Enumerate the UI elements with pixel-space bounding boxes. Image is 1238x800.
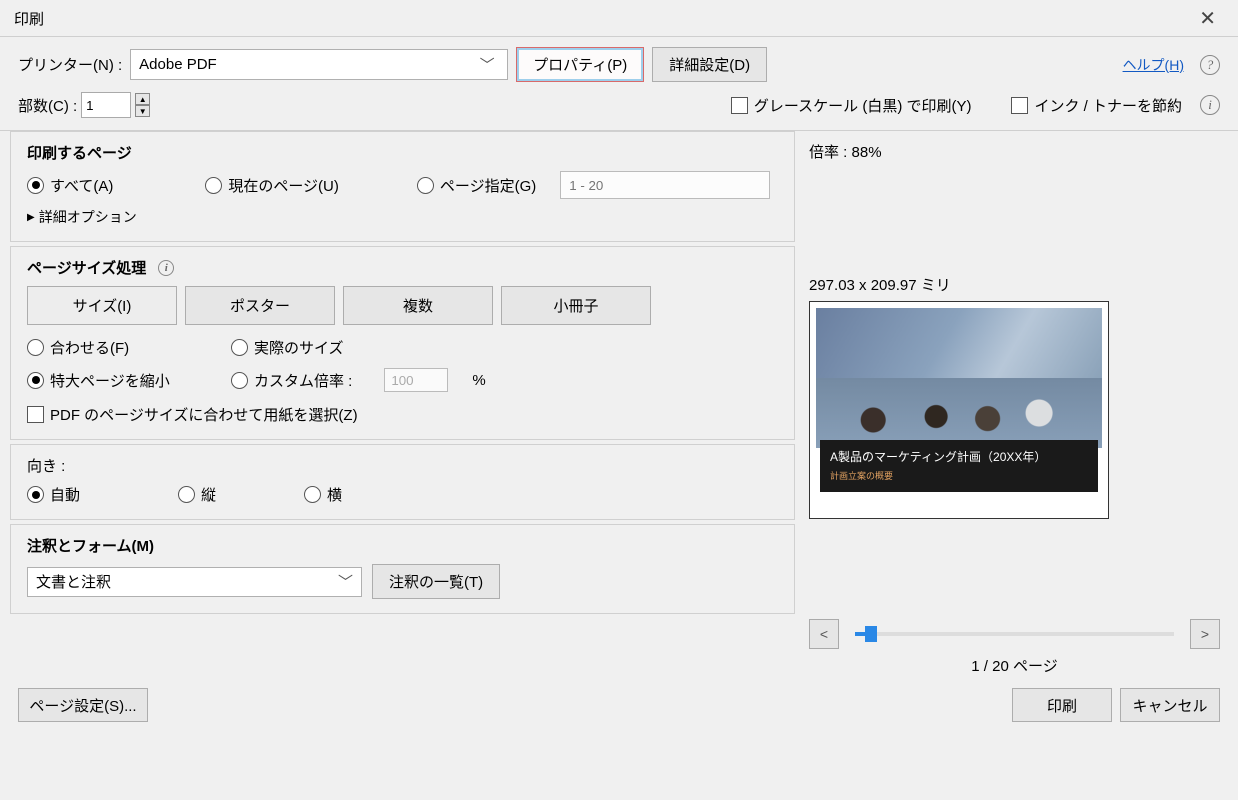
page-setup-button[interactable]: ページ設定(S)... <box>18 688 148 722</box>
preview-slide-title: A製品のマーケティング計画（20XX年） <box>830 448 1088 465</box>
size-tab-poster[interactable]: ポスター <box>185 286 335 325</box>
save-ink-label: インク / トナーを節約 <box>1034 95 1182 116</box>
comments-forms-select[interactable]: 文書と注釈 ﹀ <box>27 567 362 597</box>
properties-button[interactable]: プロパティ(P) <box>516 47 644 82</box>
actual-size-radio[interactable]: 実際のサイズ <box>231 337 344 358</box>
preview-dimensions: 297.03 x 209.97 ミリ <box>809 274 1220 295</box>
pages-range-label: ページ指定(G) <box>440 175 536 196</box>
printer-select[interactable]: Adobe PDF ﹀ <box>130 49 508 80</box>
comments-forms-heading: 注釈とフォーム(M) <box>27 535 778 556</box>
custom-scale-radio[interactable]: カスタム倍率 : <box>231 370 352 391</box>
page-slider[interactable] <box>855 632 1174 636</box>
size-tab-booklet[interactable]: 小冊子 <box>501 286 651 325</box>
pages-panel: 印刷するページ すべて(A) 現在のページ(U) ページ指定(G) ▶ 詳細オプ… <box>10 131 795 242</box>
comments-forms-value: 文書と注釈 <box>36 571 111 592</box>
percent-label: % <box>472 372 485 389</box>
preview-slide-subtitle: 計画立案の概要 <box>830 469 1088 482</box>
advanced-settings-button[interactable]: 詳細設定(D) <box>652 47 767 82</box>
save-ink-info-icon[interactable]: i <box>1200 95 1220 115</box>
chevron-down-icon: ﹀ <box>338 571 353 592</box>
pdf-paper-label: PDF のページサイズに合わせて用紙を選択(Z) <box>50 404 358 425</box>
orient-auto-label: 自動 <box>50 484 80 505</box>
pages-heading: 印刷するページ <box>27 142 778 163</box>
grayscale-label: グレースケール (白黒) で印刷(Y) <box>754 95 972 116</box>
orient-portrait-radio[interactable]: 縦 <box>178 484 216 505</box>
fit-label: 合わせる(F) <box>50 337 129 358</box>
shrink-label: 特大ページを縮小 <box>50 370 170 391</box>
comments-forms-panel: 注釈とフォーム(M) 文書と注釈 ﹀ 注釈の一覧(T) <box>10 524 795 614</box>
copies-up-icon[interactable]: ▲ <box>135 93 150 105</box>
actual-size-label: 実際のサイズ <box>254 337 344 358</box>
size-heading: ページサイズ処理 <box>27 257 146 278</box>
cancel-button[interactable]: キャンセル <box>1120 688 1220 722</box>
save-ink-checkbox[interactable]: インク / トナーを節約 <box>1011 95 1182 116</box>
grayscale-checkbox[interactable]: グレースケール (白黒) で印刷(Y) <box>731 95 972 116</box>
dialog-title: 印刷 <box>14 8 44 29</box>
custom-scale-label: カスタム倍率 : <box>254 370 352 391</box>
pages-all-radio[interactable]: すべて(A) <box>27 175 113 196</box>
size-tab-multiple[interactable]: 複数 <box>343 286 493 325</box>
pages-current-label: 現在のページ(U) <box>228 175 339 196</box>
pdf-paper-checkbox[interactable]: PDF のページサイズに合わせて用紙を選択(Z) <box>27 404 778 425</box>
comments-list-button[interactable]: 注釈の一覧(T) <box>372 564 500 599</box>
help-info-icon[interactable]: ? <box>1200 55 1220 75</box>
size-tab-size[interactable]: サイズ(I) <box>27 286 177 325</box>
size-panel: ページサイズ処理 i サイズ(I) ポスター 複数 小冊子 合わせる(F) 実際… <box>10 246 795 440</box>
copies-down-icon[interactable]: ▼ <box>135 105 150 117</box>
copies-label: 部数(C) : <box>18 95 77 116</box>
page-preview: A製品のマーケティング計画（20XX年） 計画立案の概要 <box>809 301 1109 519</box>
shrink-radio[interactable]: 特大ページを縮小 <box>27 370 207 391</box>
help-link[interactable]: ヘルプ(H) <box>1123 55 1184 75</box>
detail-options-label: 詳細オプション <box>39 207 137 227</box>
detail-options-toggle[interactable]: ▶ 詳細オプション <box>27 207 778 227</box>
pages-range-input[interactable] <box>560 171 770 199</box>
zoom-label: 倍率 : <box>809 144 847 161</box>
orient-landscape-radio[interactable]: 横 <box>304 484 342 505</box>
zoom-value: 88% <box>852 144 882 161</box>
orient-portrait-label: 縦 <box>201 484 216 505</box>
pages-all-label: すべて(A) <box>50 175 113 196</box>
fit-radio[interactable]: 合わせる(F) <box>27 337 207 358</box>
orientation-heading: 向き : <box>27 455 778 476</box>
print-button[interactable]: 印刷 <box>1012 688 1112 722</box>
close-icon[interactable]: ✕ <box>1191 2 1224 35</box>
prev-page-button[interactable]: < <box>809 619 839 649</box>
orient-landscape-label: 横 <box>327 484 342 505</box>
orientation-panel: 向き : 自動 縦 横 <box>10 444 795 520</box>
chevron-down-icon: ﹀ <box>475 54 499 75</box>
page-counter: 1 / 20 ページ <box>809 655 1220 676</box>
pages-range-radio[interactable]: ページ指定(G) <box>417 175 536 196</box>
preview-panel: 倍率 : 88% 297.03 x 209.97 ミリ A製品のマーケティング計… <box>801 131 1228 676</box>
orient-auto-radio[interactable]: 自動 <box>27 484 80 505</box>
triangle-right-icon: ▶ <box>27 212 35 223</box>
size-info-icon[interactable]: i <box>158 260 174 276</box>
custom-scale-input[interactable] <box>384 368 448 392</box>
printer-value: Adobe PDF <box>139 56 475 73</box>
next-page-button[interactable]: > <box>1190 619 1220 649</box>
copies-input[interactable] <box>81 92 131 118</box>
printer-label: プリンター(N) : <box>18 54 122 75</box>
pages-current-radio[interactable]: 現在のページ(U) <box>205 175 339 196</box>
